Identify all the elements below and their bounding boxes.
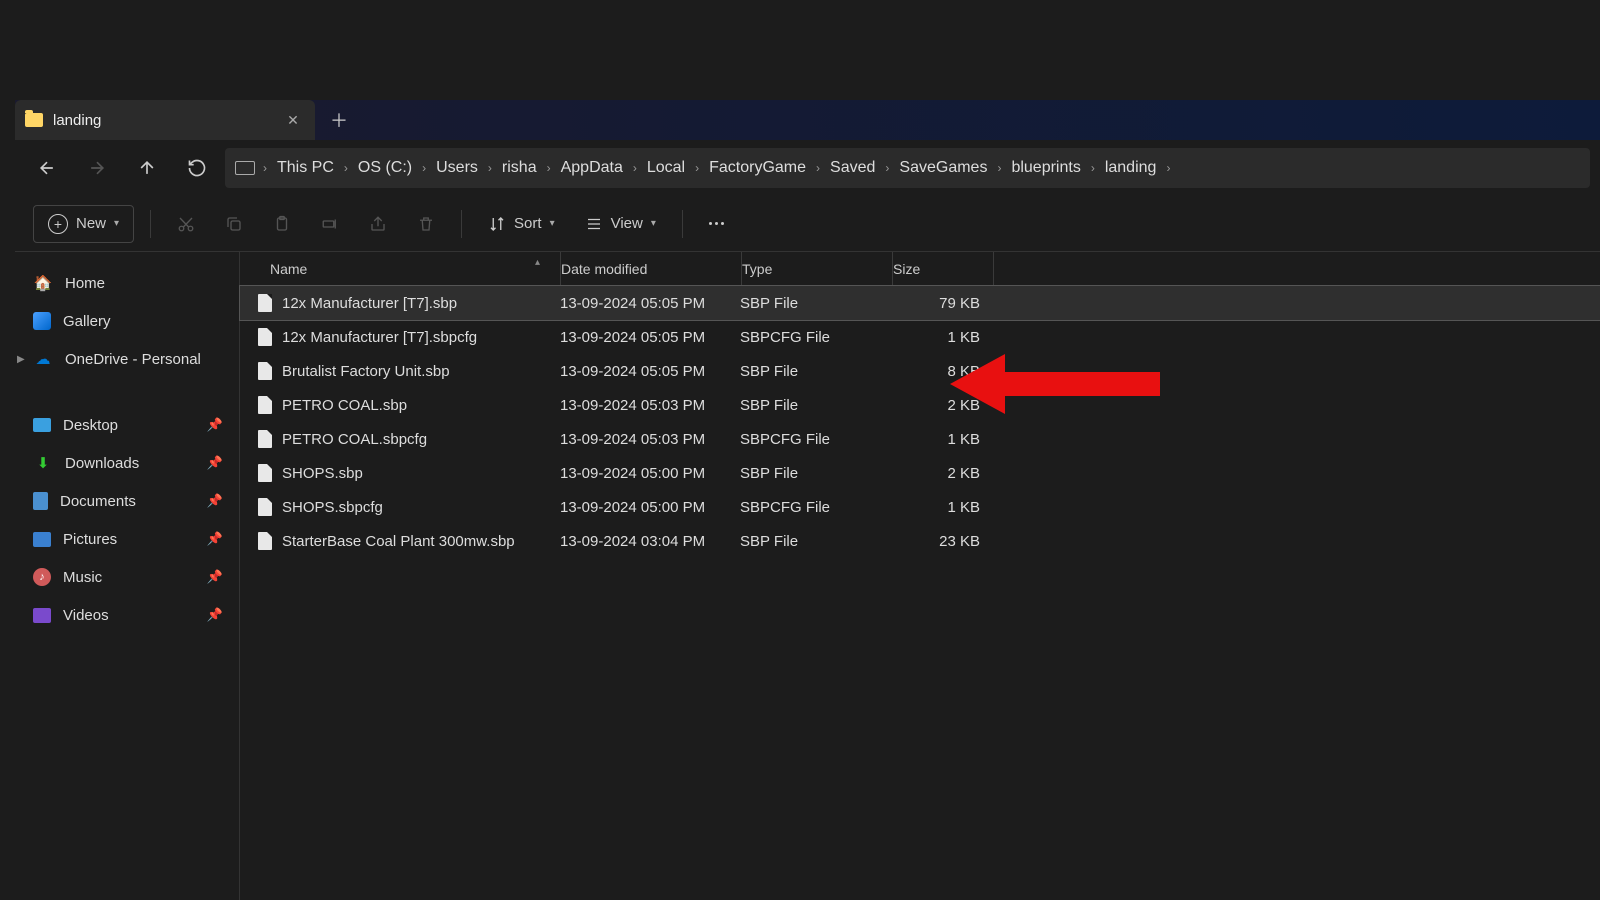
breadcrumb-item[interactable]: FactoryGame [701, 155, 814, 180]
sidebar-item-videos[interactable]: Videos 📌 [23, 596, 231, 634]
breadcrumb-item[interactable]: Local [639, 155, 693, 180]
cloud-icon: ☁ [33, 349, 53, 369]
rename-button[interactable] [311, 205, 349, 243]
share-button[interactable] [359, 205, 397, 243]
file-row[interactable]: PETRO COAL.sbpcfg13-09-2024 05:03 PMSBPC… [240, 422, 1600, 456]
back-button[interactable] [25, 146, 69, 190]
home-icon: 🏠 [33, 273, 53, 293]
forward-button[interactable] [75, 146, 119, 190]
document-icon [33, 492, 48, 510]
cut-button[interactable] [167, 205, 205, 243]
column-name[interactable]: Name ▴ [240, 261, 560, 277]
tab-current[interactable]: landing ✕ [15, 100, 315, 140]
pin-icon: 📌 [207, 455, 223, 471]
new-label: New [76, 215, 106, 232]
address-bar[interactable]: ›This PC›OS (C:)›Users›risha›AppData›Loc… [225, 148, 1590, 188]
file-row[interactable]: Brutalist Factory Unit.sbp13-09-2024 05:… [240, 354, 1600, 388]
file-icon [258, 430, 272, 448]
pin-icon: 📌 [207, 417, 223, 433]
column-type[interactable]: Type [742, 261, 892, 277]
breadcrumb-item[interactable]: This PC [269, 155, 342, 180]
tab-label: landing [53, 112, 275, 129]
pin-icon: 📌 [207, 569, 223, 585]
chevron-right-icon: ▶ [17, 354, 25, 365]
plus-icon: + [48, 214, 68, 234]
sidebar-item-home[interactable]: 🏠 Home [23, 264, 231, 302]
view-button[interactable]: View ▾ [575, 205, 666, 243]
folder-icon [25, 113, 43, 127]
sidebar: 🏠 Home Gallery ▶ ☁ OneDrive - Personal D… [15, 252, 240, 900]
column-headers: Name ▴ Date modified Type Size [240, 252, 1600, 286]
pin-icon: 📌 [207, 493, 223, 509]
pc-icon [235, 161, 255, 175]
new-button[interactable]: + New ▾ [33, 205, 134, 243]
file-list: Name ▴ Date modified Type Size 12x Manuf… [240, 252, 1600, 900]
pictures-icon [33, 532, 51, 547]
music-icon: ♪ [33, 568, 51, 586]
refresh-button[interactable] [175, 146, 219, 190]
sidebar-item-pictures[interactable]: Pictures 📌 [23, 520, 231, 558]
sidebar-item-gallery[interactable]: Gallery [23, 302, 231, 340]
copy-button[interactable] [215, 205, 253, 243]
file-icon [258, 328, 272, 346]
gallery-icon [33, 312, 51, 330]
sort-asc-icon: ▴ [535, 257, 540, 268]
sidebar-item-downloads[interactable]: ⬇ Downloads 📌 [23, 444, 231, 482]
videos-icon [33, 608, 51, 623]
delete-button[interactable] [407, 205, 445, 243]
ellipsis-icon [709, 222, 724, 225]
file-row[interactable]: 12x Manufacturer [T7].sbp13-09-2024 05:0… [240, 286, 1600, 320]
breadcrumb-item[interactable]: AppData [553, 155, 631, 180]
breadcrumb-item[interactable]: SaveGames [891, 155, 995, 180]
command-bar: + New ▾ Sort ▾ View [15, 196, 1600, 252]
more-button[interactable] [699, 205, 734, 243]
titlebar: landing ✕ ＋ [15, 100, 1600, 140]
breadcrumb-item[interactable]: blueprints [1003, 155, 1088, 180]
breadcrumb-item[interactable]: landing [1097, 155, 1165, 180]
sidebar-item-desktop[interactable]: Desktop 📌 [23, 406, 231, 444]
close-icon[interactable]: ✕ [285, 112, 301, 128]
download-icon: ⬇ [33, 453, 53, 473]
breadcrumb-item[interactable]: OS (C:) [350, 155, 420, 180]
file-row[interactable]: PETRO COAL.sbp13-09-2024 05:03 PMSBP Fil… [240, 388, 1600, 422]
file-row[interactable]: SHOPS.sbp13-09-2024 05:00 PMSBP File2 KB [240, 456, 1600, 490]
pin-icon: 📌 [207, 607, 223, 623]
file-row[interactable]: StarterBase Coal Plant 300mw.sbp13-09-20… [240, 524, 1600, 558]
sidebar-item-music[interactable]: ♪ Music 📌 [23, 558, 231, 596]
sidebar-item-onedrive[interactable]: ▶ ☁ OneDrive - Personal [23, 340, 231, 378]
nav-bar: ›This PC›OS (C:)›Users›risha›AppData›Loc… [15, 140, 1600, 196]
desktop-icon [33, 418, 51, 432]
file-icon [258, 498, 272, 516]
column-date[interactable]: Date modified [561, 261, 741, 277]
up-button[interactable] [125, 146, 169, 190]
file-icon [258, 396, 272, 414]
file-icon [258, 464, 272, 482]
column-size[interactable]: Size [893, 261, 993, 277]
breadcrumb-item[interactable]: Users [428, 155, 486, 180]
sidebar-item-documents[interactable]: Documents 📌 [23, 482, 231, 520]
file-icon [258, 362, 272, 380]
breadcrumb-item[interactable]: risha [494, 155, 545, 180]
file-icon [258, 532, 272, 550]
content-area: 🏠 Home Gallery ▶ ☁ OneDrive - Personal D… [15, 252, 1600, 900]
file-row[interactable]: SHOPS.sbpcfg13-09-2024 05:00 PMSBPCFG Fi… [240, 490, 1600, 524]
pin-icon: 📌 [207, 531, 223, 547]
new-tab-button[interactable]: ＋ [321, 102, 357, 138]
view-label: View [611, 215, 643, 232]
file-row[interactable]: 12x Manufacturer [T7].sbpcfg13-09-2024 0… [240, 320, 1600, 354]
file-explorer-window: landing ✕ ＋ ›This PC›OS (C:)›Users›risha… [0, 0, 1600, 900]
breadcrumb-item[interactable]: Saved [822, 155, 883, 180]
sort-label: Sort [514, 215, 542, 232]
sort-button[interactable]: Sort ▾ [478, 205, 565, 243]
paste-button[interactable] [263, 205, 301, 243]
file-icon [258, 294, 272, 312]
